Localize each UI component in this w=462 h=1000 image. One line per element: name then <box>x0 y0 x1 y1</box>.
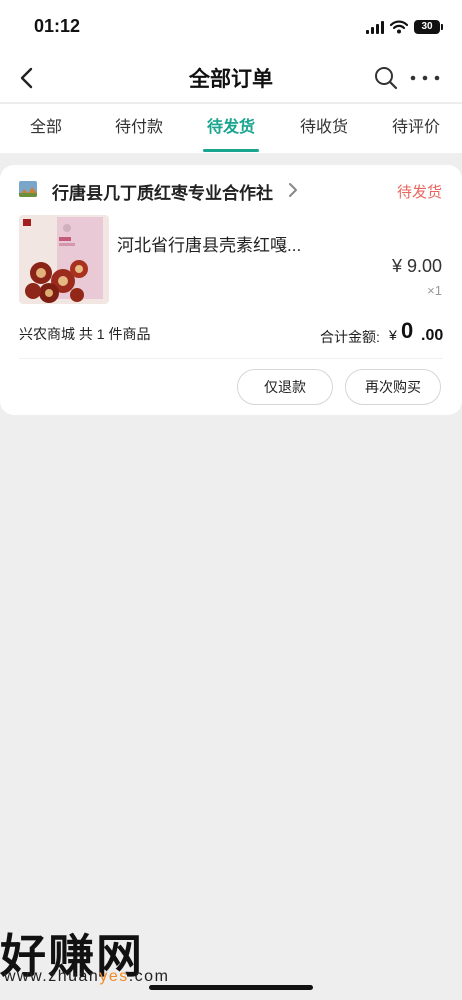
divider <box>19 358 443 359</box>
watermark-url: www.zhuanyes.com <box>4 968 170 985</box>
order-summary: 兴农商城 共 1 件商品 <box>19 326 151 342</box>
total-label: 合计金额: <box>320 329 380 345</box>
product-price: ¥ 9.00 <box>391 256 442 276</box>
status-time: 01:12 <box>34 16 81 36</box>
total-currency: ¥ <box>389 327 397 343</box>
battery-icon: 30 <box>414 20 443 34</box>
more-icon[interactable] <box>408 66 442 90</box>
tab-all[interactable]: 全部 <box>14 104 78 154</box>
wifi-icon <box>390 20 408 34</box>
status-icons: 30 <box>366 17 443 37</box>
home-indicator[interactable] <box>149 985 313 990</box>
tab-pending-shipment[interactable]: 待发货 <box>196 104 266 154</box>
signal-icon <box>366 20 384 34</box>
shop-logo-icon <box>19 181 37 197</box>
nav-bar: 全部订单 <box>0 54 462 102</box>
buy-again-button[interactable]: 再次购买 <box>345 369 441 405</box>
total-amount-integer: 0 <box>401 318 414 343</box>
order-card[interactable]: 行唐县几丁质红枣专业合作社 待发货 河北省行唐县壳素红嘎... ¥ 9.00 ×… <box>0 165 462 415</box>
product-title[interactable]: 河北省行唐县壳素红嘎... <box>117 231 317 256</box>
refund-only-button[interactable]: 仅退款 <box>237 369 333 405</box>
active-tab-indicator <box>203 149 259 152</box>
order-tabs: 全部 待付款 待发货 待收货 待评价 <box>0 103 462 153</box>
tab-pending-payment[interactable]: 待付款 <box>104 104 174 154</box>
total-amount-decimal: .00 <box>421 327 444 344</box>
tab-pending-receipt[interactable]: 待收货 <box>289 104 359 154</box>
product-quantity: ×1 <box>427 283 442 298</box>
order-status-badge: 待发货 <box>396 184 442 201</box>
tab-pending-review[interactable]: 待评价 <box>381 104 451 154</box>
product-image[interactable] <box>19 215 109 304</box>
search-icon[interactable] <box>372 64 400 92</box>
shop-name[interactable]: 行唐县几丁质红枣专业合作社 <box>52 179 273 204</box>
status-bar: 01:12 30 <box>0 0 462 54</box>
chevron-right-icon[interactable] <box>286 182 300 198</box>
